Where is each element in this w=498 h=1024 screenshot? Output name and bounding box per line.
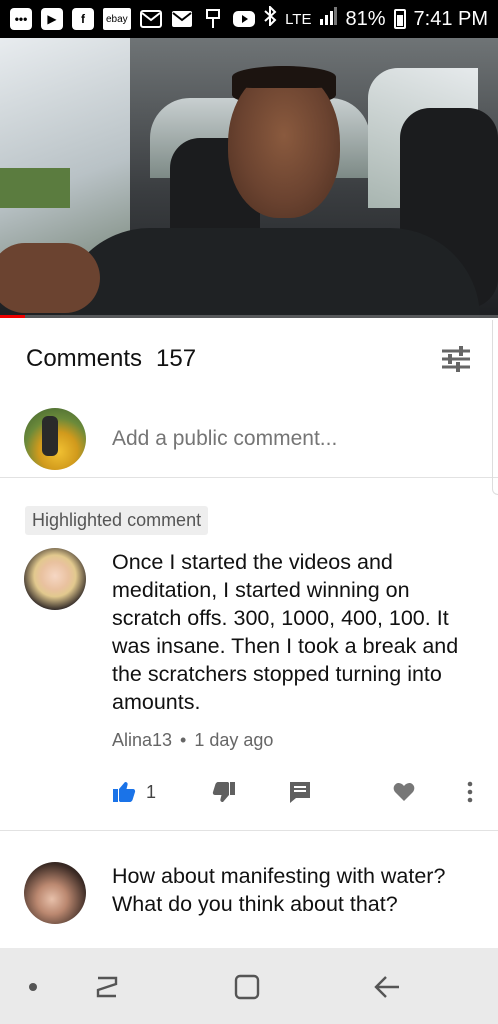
facebook-icon: f: [72, 8, 94, 30]
divider: [0, 830, 498, 831]
thumbs-up-icon: [113, 782, 136, 802]
home-icon: [234, 974, 260, 1000]
heart-icon: [393, 783, 415, 801]
reply-comment-icon: [290, 782, 310, 803]
email-icon: [171, 8, 193, 30]
comment-item: Once I started the videos and meditation…: [0, 548, 498, 830]
recent-apps-icon: [96, 976, 118, 998]
battery-percent: 81%: [345, 7, 386, 30]
signal-icon: [319, 7, 338, 31]
bluetooth-icon: [263, 4, 277, 32]
comment-body: How about manifesting with water? What d…: [112, 862, 477, 918]
comment-actions: 1: [0, 780, 498, 810]
video-scene: [0, 243, 100, 313]
comments-header: Comments 157: [0, 318, 498, 400]
video-scene: [232, 66, 336, 88]
add-comment-row: [0, 400, 498, 478]
clock: 7:41 PM: [413, 7, 488, 30]
system-status: LTE 81% 7:41 PM: [263, 4, 488, 32]
sort-sliders-icon[interactable]: [440, 343, 472, 375]
add-comment-input[interactable]: [112, 426, 452, 451]
recent-apps-button[interactable]: [90, 970, 124, 1004]
meta-separator: •: [180, 730, 187, 750]
comment-meta: Alina13 • 1 day ago: [112, 730, 477, 751]
highlighted-comment-badge: Highlighted comment: [25, 506, 209, 535]
reply-button[interactable]: [288, 780, 312, 804]
dot-icon: [29, 983, 37, 991]
back-button[interactable]: [370, 970, 404, 1004]
more-vert-icon: [467, 781, 473, 803]
comment-body: Once I started the videos and meditation…: [112, 548, 477, 751]
video-scene: [60, 228, 480, 318]
home-button[interactable]: [230, 970, 264, 1004]
video-player[interactable]: [0, 38, 498, 318]
avatar[interactable]: [24, 862, 86, 924]
thumbs-down-icon: [212, 782, 235, 802]
comment-text: Once I started the videos and meditation…: [112, 550, 459, 714]
video-scene: [0, 168, 70, 208]
more-options-button[interactable]: [458, 780, 482, 804]
comments-title: Comments: [26, 345, 143, 372]
navigation-bar: [0, 948, 498, 1024]
fiverr-icon: [202, 8, 224, 30]
network-label: LTE: [285, 10, 312, 28]
comment-text: How about manifesting with water? What d…: [112, 864, 446, 916]
avatar[interactable]: [24, 548, 86, 610]
youtube-icon: ▶: [41, 8, 63, 30]
dislike-button[interactable]: [212, 780, 236, 804]
nav-dot-button[interactable]: [16, 970, 50, 1004]
battery-icon: [393, 9, 406, 29]
comments-count: 157: [156, 345, 197, 372]
more-dots-icon: •••: [10, 8, 32, 30]
status-bar: ••• ▶ f ebay LTE 81% 7:41 PM: [0, 0, 498, 38]
comment-time: 1 day ago: [194, 730, 274, 750]
heart-button[interactable]: [392, 780, 416, 804]
ebay-icon: ebay: [103, 8, 131, 30]
gmail-icon: [139, 8, 162, 30]
youtube-icon: [232, 8, 255, 30]
comment-author[interactable]: Alina13: [112, 730, 172, 751]
notification-icons: ••• ▶ f ebay: [10, 8, 255, 30]
video-scene: [228, 68, 340, 218]
scrollbar[interactable]: [492, 320, 498, 495]
avatar: [24, 407, 86, 470]
back-icon: [374, 976, 399, 998]
video-scene: [0, 38, 130, 268]
comment-item: How about manifesting with water? What d…: [0, 862, 498, 952]
like-button[interactable]: 1: [112, 780, 156, 804]
like-count: 1: [146, 781, 157, 802]
